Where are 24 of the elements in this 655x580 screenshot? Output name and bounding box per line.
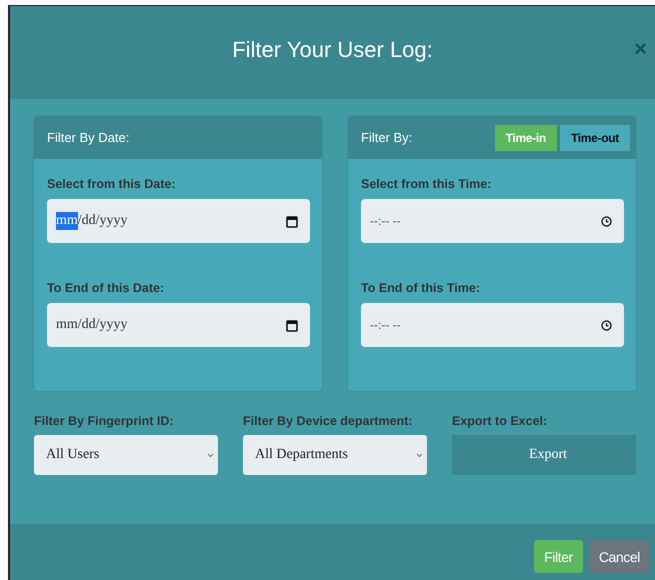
calendar-icon[interactable] bbox=[286, 318, 298, 332]
field-label: To End of this Time: bbox=[361, 281, 481, 295]
panel-title: Filter By Date: bbox=[47, 130, 130, 145]
calendar-icon[interactable] bbox=[286, 214, 298, 228]
cancel-button[interactable]: Cancel bbox=[588, 540, 650, 573]
chevron-icon bbox=[207, 452, 214, 458]
field-label: Select from this Time: bbox=[361, 177, 492, 191]
clock-icon[interactable] bbox=[601, 216, 612, 226]
dropdown[interactable]: All Users bbox=[34, 435, 218, 475]
field-label: Export to Excel: bbox=[452, 414, 548, 428]
field-label: Filter By Fingerprint ID: bbox=[34, 414, 175, 428]
field-label: Select from this Date: bbox=[47, 177, 177, 191]
export-button[interactable]: Export bbox=[452, 435, 636, 475]
field-label: To End of this Date: bbox=[47, 281, 166, 295]
time-field[interactable]: --:-- -- bbox=[361, 199, 624, 243]
date-field[interactable]: mm/dd/yyyy bbox=[47, 303, 310, 347]
panel-title: Filter By: bbox=[361, 130, 412, 145]
toggle-button[interactable]: Time-out bbox=[560, 124, 630, 150]
time-field[interactable]: --:-- -- bbox=[361, 303, 624, 347]
chevron-icon bbox=[416, 452, 423, 458]
dialog-title: Filter Your User Log: bbox=[232, 37, 433, 63]
clock-icon[interactable] bbox=[601, 320, 612, 330]
field-label: Filter By Device department: bbox=[243, 414, 414, 428]
dropdown[interactable]: All Departments bbox=[243, 435, 427, 475]
